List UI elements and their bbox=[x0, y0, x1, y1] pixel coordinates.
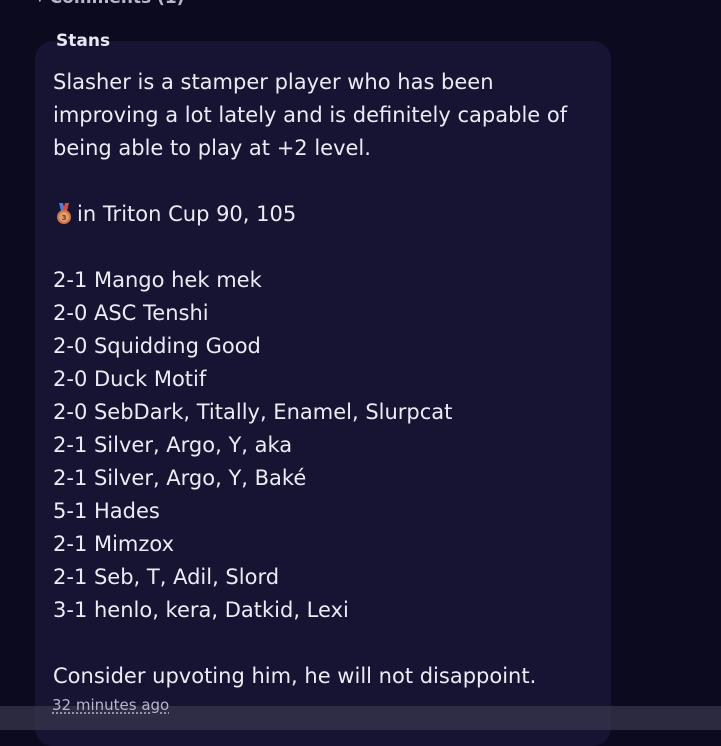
comment-blank-line bbox=[53, 231, 593, 264]
result-line: 2-1 Mimzox bbox=[53, 532, 175, 556]
svg-text:3: 3 bbox=[62, 214, 67, 222]
comment-body: Slasher is a stamper player who has been… bbox=[53, 66, 593, 693]
chevron-down-icon: ▼ bbox=[36, 0, 44, 4]
third-place-medal-icon: 3 bbox=[57, 203, 71, 224]
comment-line: in Triton Cup 90, 105 bbox=[77, 202, 297, 226]
comment-line: being able to play at +2 level. bbox=[53, 136, 371, 160]
comments-toggle-label: Comments (1) bbox=[50, 0, 185, 8]
result-line: 2-1 Mango hek mek bbox=[53, 268, 262, 292]
result-line: 2-0 ASC Tenshi bbox=[53, 301, 209, 325]
comments-toggle[interactable]: ▼ Comments (1) bbox=[36, 0, 184, 8]
comment-line: Consider upvoting him, he will not disap… bbox=[53, 664, 537, 688]
result-line: 2-1 Silver, Argo, Y, aka bbox=[53, 433, 293, 457]
comment-line-medal: 3 in Triton Cup 90, 105 bbox=[53, 198, 593, 231]
result-line: 2-0 SebDark, Titally, Enamel, Slurpcat bbox=[53, 400, 453, 424]
result-line: 5-1 Hades bbox=[53, 499, 160, 523]
result-line: 2-1 Seb, T, Adil, Slord bbox=[53, 565, 280, 589]
comment-timestamp[interactable]: 32 minutes ago bbox=[52, 696, 169, 714]
result-line: 2-0 Squidding Good bbox=[53, 334, 261, 358]
comment-bubble: Slasher is a stamper player who has been… bbox=[35, 41, 611, 746]
comment-line: improving a lot lately and is definitely… bbox=[53, 103, 568, 127]
result-line: 3-1 henlo, kera, Datkid, Lexi bbox=[53, 598, 349, 622]
comment-blank-line bbox=[53, 627, 593, 660]
result-line: 2-0 Duck Motif bbox=[53, 367, 207, 391]
result-line: 2-1 Silver, Argo, Y, Baké bbox=[53, 466, 307, 490]
comment-line: Slasher is a stamper player who has been bbox=[53, 70, 494, 94]
comment-blank-line bbox=[53, 165, 593, 198]
comment-author[interactable]: Stans bbox=[56, 31, 110, 51]
